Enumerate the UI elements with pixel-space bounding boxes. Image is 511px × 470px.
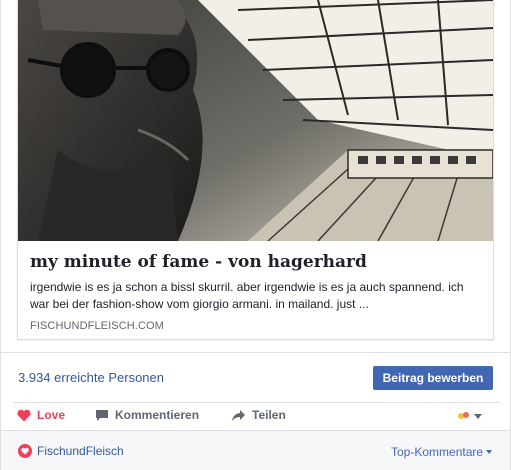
preview-photo-illustration — [18, 0, 493, 241]
comment-bubble-icon — [96, 409, 108, 421]
love-button[interactable]: Love — [17, 408, 65, 422]
chevron-down-icon — [486, 450, 493, 454]
link-preview-domain: FISCHUNDFLEISCH.COM — [30, 320, 164, 332]
share-label: Teilen — [252, 408, 286, 422]
comment-button[interactable]: Kommentieren — [95, 408, 199, 422]
page-avatar-icon — [456, 409, 470, 423]
share-button[interactable]: Teilen — [231, 408, 286, 422]
comment-label: Kommentieren — [115, 408, 200, 422]
link-preview-title[interactable]: my minute of fame - von hagerhard — [30, 251, 481, 273]
heart-icon — [17, 409, 31, 421]
link-preview-image[interactable] — [18, 0, 493, 241]
commenter-page[interactable]: FischundFleisch — [18, 444, 124, 458]
comment-sort-dropdown[interactable]: Top-Kommentare — [391, 445, 493, 459]
reach-link[interactable]: 3.934 erreichte Personen — [18, 370, 164, 385]
link-preview-description: irgendwie is es ja schon a bissl skurril… — [30, 280, 464, 311]
post-card: my minute of fame - von hagerhard irgend… — [0, 0, 511, 470]
love-label: Love — [37, 408, 66, 422]
boost-post-button[interactable]: Beitrag bewerben — [373, 366, 493, 390]
chevron-down-icon — [474, 413, 482, 419]
comment-sort-label: Top-Kommentare — [391, 445, 484, 459]
link-preview-card[interactable]: my minute of fame - von hagerhard irgend… — [17, 0, 494, 340]
comments-header: FischundFleisch Top-Kommentare — [1, 430, 510, 470]
insights-row: 3.934 erreichte Personen Beitrag bewerbe… — [1, 352, 510, 402]
page-name-link[interactable]: FischundFleisch — [37, 444, 124, 458]
share-arrow-icon — [232, 409, 245, 421]
reaction-selector[interactable] — [456, 409, 482, 423]
link-preview-text: my minute of fame - von hagerhard irgend… — [30, 251, 481, 332]
post-actions-bar: Love Kommentieren Teilen — [13, 402, 500, 430]
heart-badge-icon — [18, 444, 32, 458]
